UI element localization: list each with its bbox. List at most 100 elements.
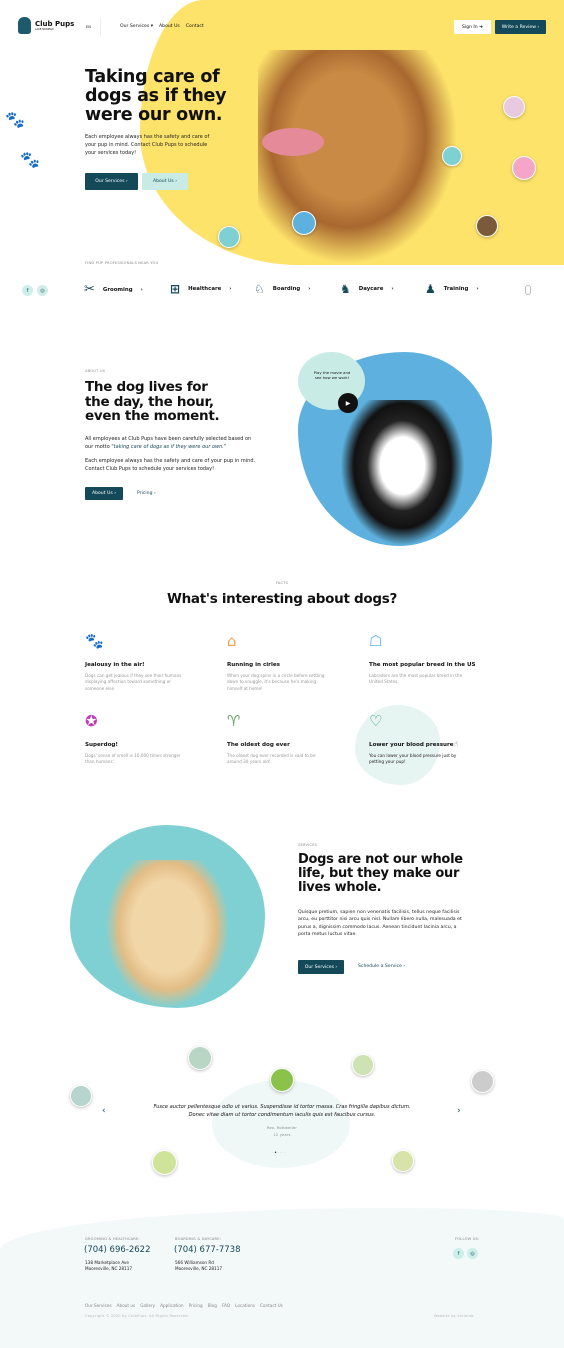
service-healthcare[interactable]: ⊞ Healthcare › xyxy=(170,282,232,296)
service-boarding[interactable]: ♘ Boarding › xyxy=(254,282,311,296)
logo[interactable]: Club Pups LAKE NORMAN xyxy=(18,17,74,34)
nav-label: Our Services xyxy=(120,24,150,29)
label: Grooming xyxy=(102,286,133,293)
write-review-button[interactable]: Write a Review › xyxy=(495,20,546,34)
service-grooming[interactable]: ✂ Grooming › xyxy=(84,282,143,297)
play-button[interactable]: ▶ xyxy=(338,393,358,413)
testimonial-age: 12 years xyxy=(273,1133,291,1137)
label: Daycare xyxy=(358,286,384,292)
pricing-link[interactable]: Pricing › xyxy=(137,491,156,496)
dog-avatar xyxy=(188,1046,212,1070)
dog-leash-icon: ♞ xyxy=(340,282,351,296)
about-us-button[interactable]: About Us › xyxy=(85,487,123,500)
dog-avatar xyxy=(392,1150,414,1172)
footer-bg xyxy=(0,1208,564,1348)
border-collie-photo xyxy=(340,400,465,546)
footer-col2-phone[interactable]: (704) 677-7738 xyxy=(174,1245,240,1255)
social-links: f ◎ xyxy=(22,285,48,296)
label: Training xyxy=(443,286,469,292)
dog-avatar xyxy=(152,1150,177,1175)
play-icon: ▶ xyxy=(345,399,351,407)
fact-title: The most popular breed in the US xyxy=(369,662,476,668)
dog-avatar xyxy=(270,1068,294,1092)
dog-tongue xyxy=(262,128,324,156)
fact-item: ⌂ Running in cirles When your dog spins … xyxy=(227,632,327,692)
dog-avatar xyxy=(512,156,536,180)
service-training[interactable]: ♟ Training › xyxy=(425,282,479,296)
label: Healthcare xyxy=(188,286,222,292)
footer-link[interactable]: Contact Us xyxy=(260,1303,283,1308)
footer-link[interactable]: Blog xyxy=(208,1303,217,1308)
fact-item: ♈ The oldest dog ever The oldest dog eve… xyxy=(227,712,327,766)
label: About Us xyxy=(152,179,174,184)
footer-link[interactable]: About us xyxy=(117,1303,136,1308)
brand-sub: LAKE NORMAN xyxy=(35,28,54,31)
footer-link[interactable]: Application xyxy=(160,1303,183,1308)
labrador-photo xyxy=(105,860,230,1008)
fact-text: Dogs can get jealous if they see their h… xyxy=(85,673,182,691)
dog-face-icon: ☖ xyxy=(369,632,383,650)
about-label: ABOUT US xyxy=(85,369,106,373)
fact-item: ♡ Lower your blood pressure You can lowe… xyxy=(369,712,469,766)
nav-our-services[interactable]: Our Services ▾ xyxy=(120,24,153,29)
video-text: Play the movie and see how we work! xyxy=(313,370,351,381)
hero-about-us-button[interactable]: About Us › xyxy=(142,173,188,190)
dog-house-icon: ⌂ xyxy=(227,632,237,650)
sign-in-button[interactable]: Sign In ➜ xyxy=(454,20,491,34)
schedule-service-link[interactable]: Schedule a Service › xyxy=(358,964,405,969)
website-credit[interactable]: Website by Seriolab xyxy=(434,1314,473,1318)
hero-our-services-button[interactable]: Our Services › xyxy=(85,173,138,190)
facts-label: FACTS xyxy=(275,581,289,585)
previous-arrow[interactable]: ‹ xyxy=(102,1106,106,1116)
dog-training-icon: ♟ xyxy=(425,282,436,296)
about-text-1: All employees at Club Pups have been car… xyxy=(85,436,260,452)
label: Pricing xyxy=(137,491,153,496)
label: About Us xyxy=(91,491,113,496)
label: Our Services xyxy=(304,964,334,970)
scissors-icon: ✂ xyxy=(84,282,95,297)
fact-item: 🐾 Jealousy in the air! Dogs can get jeal… xyxy=(85,632,185,692)
service-daycare[interactable]: ♞ Daycare › xyxy=(340,282,394,296)
fact-item: ☖ The most popular breed in the US Labra… xyxy=(369,632,476,686)
language-select[interactable]: EN xyxy=(86,25,91,29)
footer-links: Our Services About us Gallery Application Pr… xyxy=(85,1303,283,1308)
fact-title: Jealousy in the air! xyxy=(85,662,145,668)
label: Schedule a Service xyxy=(358,964,402,969)
award-icon: ✪ xyxy=(85,712,98,730)
instagram-icon[interactable]: ◎ xyxy=(37,285,48,296)
motto: "taking care of dogs as if they were our… xyxy=(111,443,227,450)
footer-col1-phone[interactable]: (704) 696-2622 xyxy=(84,1245,150,1255)
instagram-icon[interactable]: ◎ xyxy=(467,1248,478,1259)
fact-title: Running in cirles xyxy=(227,662,280,668)
follow-us-label: FOLLOW US: xyxy=(455,1237,480,1241)
facebook-icon[interactable]: f xyxy=(453,1248,464,1259)
footer-link[interactable]: Gallery xyxy=(140,1303,155,1308)
dog-avatar xyxy=(70,1085,92,1107)
pointer-cursor-icon: ☝ xyxy=(454,740,459,748)
facebook-icon[interactable]: f xyxy=(22,285,33,296)
nav-contact[interactable]: Contact xyxy=(186,24,204,29)
fact-text: The oldest dog ever recorded is said to … xyxy=(227,753,316,765)
trophy-icon: ♈ xyxy=(227,712,241,730)
services-our-services-button[interactable]: Our Services › xyxy=(298,960,344,974)
paw-icon: 🐾 xyxy=(85,632,104,650)
footer-link[interactable]: Pricing xyxy=(189,1303,203,1308)
footer-link[interactable]: Our Services xyxy=(85,1303,112,1308)
footer-link[interactable]: FAQ xyxy=(222,1303,230,1308)
label: Boarding xyxy=(272,286,301,292)
copyright: Copyright © 2020 by ClubPups. All Rights… xyxy=(85,1314,188,1318)
facts-title: What's interesting about dogs? xyxy=(167,591,397,607)
carousel-dots[interactable]: ·•···· xyxy=(272,1150,287,1155)
footer-link[interactable]: Locations xyxy=(235,1303,255,1308)
sign-in-label: Sign In xyxy=(461,24,478,30)
testimonial-quote: Fusce auctor pellentesque odio ut varius… xyxy=(153,1104,411,1118)
nav-about-us[interactable]: About Us xyxy=(159,24,180,29)
services-text: Quisque pretium, sapien non venenatis fa… xyxy=(298,910,462,937)
testimonial-name: Rex, Rottweiler xyxy=(266,1126,298,1130)
dog-bed-icon: ♘ xyxy=(254,282,265,296)
next-arrow[interactable]: › xyxy=(457,1106,461,1116)
fact-text: Dogs' sense of smell is 10,000 times str… xyxy=(85,753,181,765)
hero-title: Taking care of dogs as if they were our … xyxy=(85,67,227,125)
brand-name: Club Pups xyxy=(35,20,75,28)
services-label: SERVICES xyxy=(298,843,318,847)
